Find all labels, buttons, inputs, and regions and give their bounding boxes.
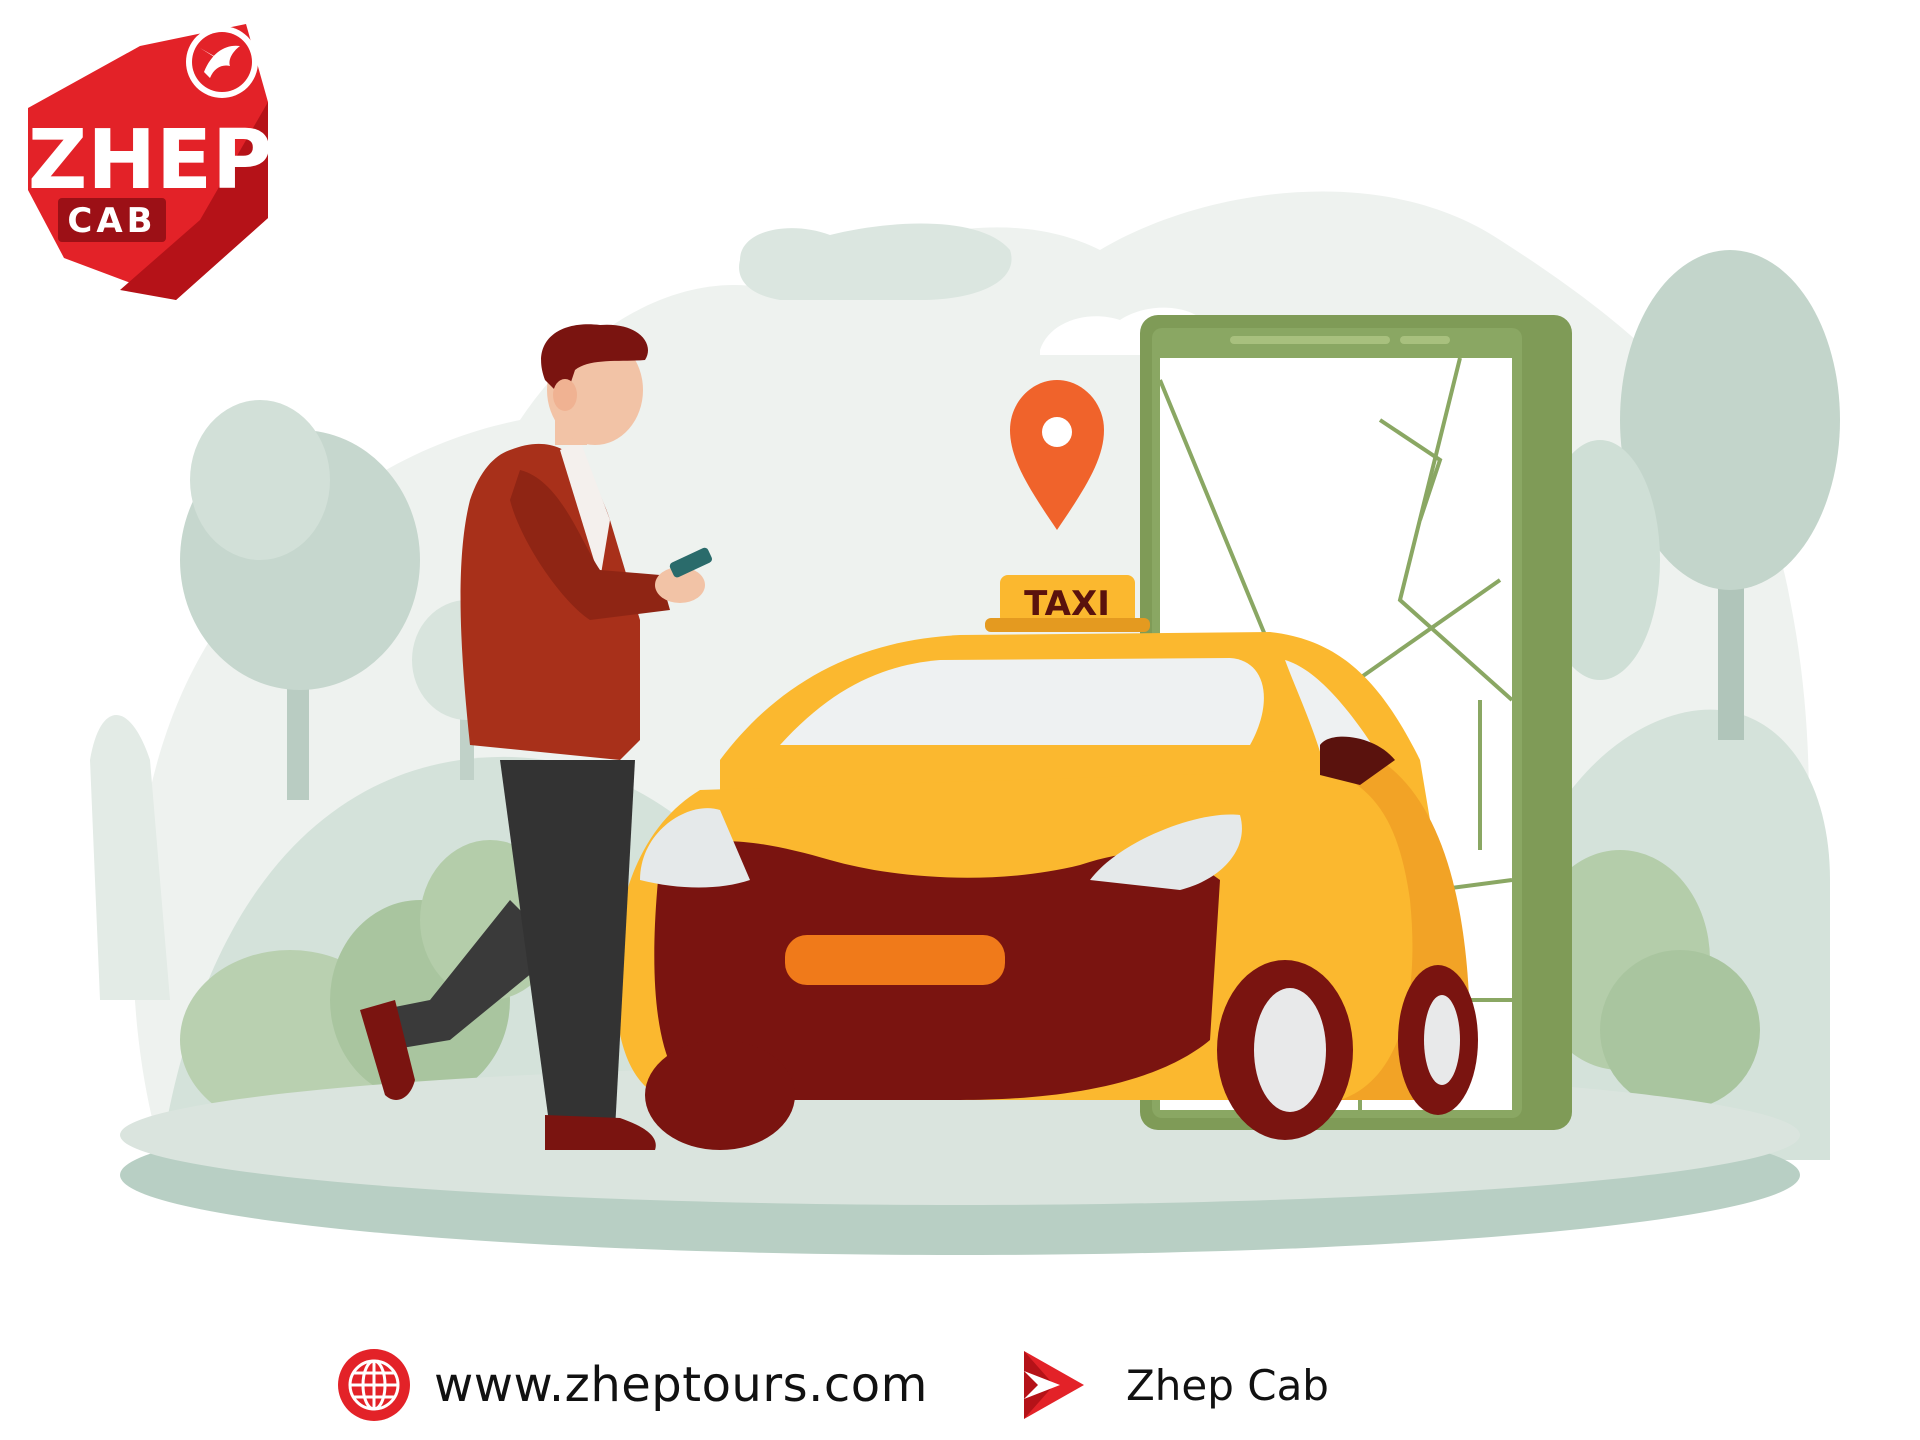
- logo-word: ZHEP: [28, 113, 272, 208]
- taxi-sign-label: TAXI: [1024, 584, 1110, 624]
- bird-icon: [186, 26, 258, 98]
- brand-logo: ZHEP CAB: [28, 24, 272, 300]
- globe-icon: [338, 1349, 410, 1421]
- website-url: www.zheptours.com: [434, 1357, 928, 1413]
- channel-link[interactable]: Zhep Cab: [1020, 1340, 1329, 1430]
- website-link[interactable]: www.zheptours.com: [336, 1340, 928, 1430]
- illustration: TAXI ZHEP CAB: [28, 24, 1840, 1255]
- cloud: [739, 223, 1012, 300]
- logo-sub: CAB: [67, 201, 156, 241]
- channel-name: Zhep Cab: [1126, 1360, 1329, 1410]
- play-icon: [1024, 1351, 1084, 1419]
- hill: [90, 715, 170, 1000]
